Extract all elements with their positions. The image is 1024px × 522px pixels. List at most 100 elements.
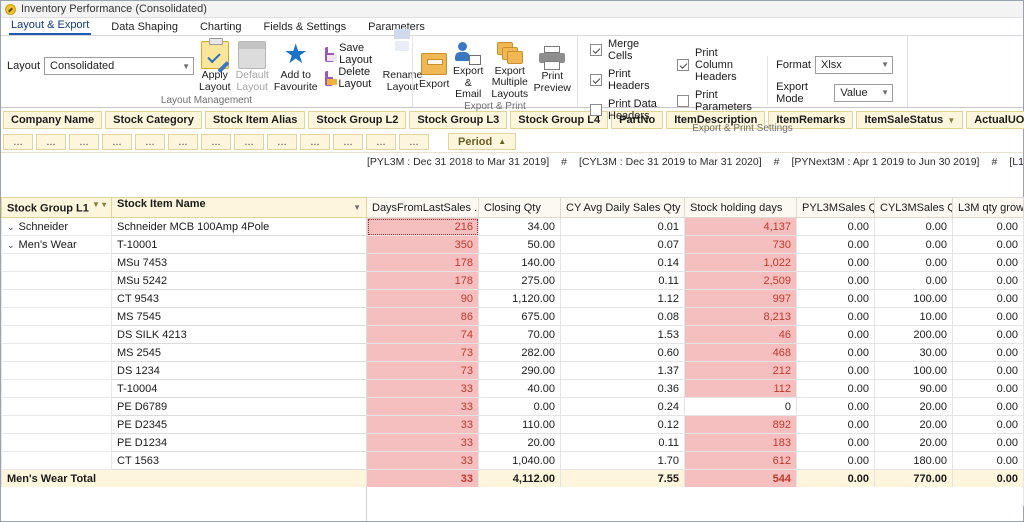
cell-stock-holding-days[interactable]: 46 — [684, 325, 797, 344]
table-row[interactable]: PE D6789 33 0.00 0.24 0 0.00 20.00 0.00 — [1, 397, 1024, 416]
filter-box[interactable]: ... — [366, 133, 396, 150]
cell-cyl3m-sales-qty[interactable]: 100.00 — [874, 361, 953, 380]
print-headers-checkbox[interactable]: Print Headers — [590, 68, 659, 92]
cell-pyl3m-sales-qty[interactable]: 0.00 — [796, 235, 875, 254]
row-group-cell[interactable] — [1, 397, 112, 416]
export-button[interactable]: Export — [419, 48, 449, 91]
filter-box-group[interactable]: ....................................... — [3, 133, 429, 150]
export-and-email-button[interactable]: Export & Email — [450, 39, 486, 100]
table-row[interactable]: MS 7545 86 675.00 0.08 8,213 0.00 10.00 0.00 — [1, 307, 1024, 326]
pivot-field-chip[interactable]: Company Name — [3, 111, 103, 129]
table-row[interactable]: DS 1234 73 290.00 1.37 212 0.00 100.00 0.00 — [1, 361, 1024, 380]
row-item-name-cell[interactable]: MSu 5242 — [111, 271, 367, 290]
column-header-days-from-last-sales[interactable]: DaysFromLastSales ... — [366, 197, 479, 218]
pivot-field-chip[interactable]: Stock Group L2 — [308, 111, 407, 129]
cell-cyl3m-sales-qty[interactable]: 0.00 — [874, 235, 953, 254]
cell-days-from-last-sales[interactable]: 33 — [366, 451, 479, 470]
cell-days-from-last-sales[interactable]: 178 — [366, 271, 479, 290]
merge-cells-checkbox[interactable]: Merge Cells — [590, 38, 659, 62]
cell-closing-qty[interactable]: 40.00 — [478, 379, 561, 398]
cell-cy-avg-daily-sales-qty[interactable]: 0.01 — [560, 217, 685, 236]
row-item-name-cell[interactable]: DS SILK 4213 — [111, 325, 367, 344]
cell-pyl3m-sales-qty[interactable]: 0.00 — [796, 325, 875, 344]
cell-cy-avg-daily-sales-qty[interactable]: 0.60 — [560, 343, 685, 362]
cell-cy-avg-daily-sales-qty[interactable]: 0.11 — [560, 433, 685, 452]
cell-days-from-last-sales[interactable]: 178 — [366, 253, 479, 272]
cell-l3m-qty-growth-pct[interactable]: 0.00 — [952, 433, 1024, 452]
cell-cyl3m-sales-qty[interactable]: 0.00 — [874, 253, 953, 272]
cell-closing-qty[interactable]: 275.00 — [478, 271, 561, 290]
cell-cy-avg-daily-sales-qty[interactable]: 0.14 — [560, 253, 685, 272]
cell-stock-holding-days[interactable]: 892 — [684, 415, 797, 434]
row-group-cell[interactable] — [1, 415, 112, 434]
cell-days-from-last-sales[interactable]: 74 — [366, 325, 479, 344]
cell-cyl3m-sales-qty[interactable]: 10.00 — [874, 307, 953, 326]
row-group-cell[interactable] — [1, 271, 112, 290]
apply-layout-button[interactable]: Apply Layout — [199, 38, 231, 93]
cell-stock-holding-days[interactable]: 2,509 — [684, 271, 797, 290]
table-row[interactable]: ⌄ Schneider Schneider MCB 100Amp 4Pole 216 3… — [1, 217, 1024, 236]
cell-cy-avg-daily-sales-qty[interactable]: 0.07 — [560, 235, 685, 254]
cell-stock-holding-days[interactable]: 8,213 — [684, 307, 797, 326]
period-chip[interactable]: Period ▲ — [448, 133, 517, 150]
subtotal-pyl3m[interactable]: 0.00 — [796, 469, 875, 488]
cell-stock-holding-days[interactable]: 468 — [684, 343, 797, 362]
cell-l3m-qty-growth-pct[interactable]: 0.00 — [952, 325, 1024, 344]
row-group-cell[interactable] — [1, 451, 112, 470]
chevron-down-icon[interactable]: ⌄ — [7, 222, 15, 233]
column-header-cyl3m-sales-qty[interactable]: CYL3MSales Qty — [874, 197, 953, 218]
filter-dropdown-icon[interactable]: ▼ — [353, 199, 361, 217]
pivot-field-chip[interactable]: Stock Category — [105, 111, 202, 129]
row-group-cell[interactable]: ⌄ Men's Wear — [1, 235, 112, 254]
subtotal-cyl3m[interactable]: 770.00 — [874, 469, 953, 488]
subtotal-holding[interactable]: 544 — [684, 469, 797, 488]
cell-cyl3m-sales-qty[interactable]: 20.00 — [874, 415, 953, 434]
cell-days-from-last-sales[interactable]: 86 — [366, 307, 479, 326]
pivot-grid-body[interactable]: ⌄ Schneider Schneider MCB 100Amp 4Pole 216 3… — [1, 217, 1024, 506]
filter-box[interactable]: ... — [201, 133, 231, 150]
row-group-cell[interactable] — [1, 343, 112, 362]
cell-closing-qty[interactable]: 1,120.00 — [478, 289, 561, 308]
cell-l3m-qty-growth-pct[interactable]: 0.00 — [952, 217, 1024, 236]
cell-stock-holding-days[interactable]: 612 — [684, 451, 797, 470]
cell-pyl3m-sales-qty[interactable]: 0.00 — [796, 451, 875, 470]
export-mode-combobox[interactable]: Value ▼ — [834, 83, 893, 102]
save-layout-button[interactable]: Save Layout — [324, 42, 378, 66]
cell-cy-avg-daily-sales-qty[interactable]: 0.36 — [560, 379, 685, 398]
cell-days-from-last-sales[interactable]: 90 — [366, 289, 479, 308]
cell-cy-avg-daily-sales-qty[interactable]: 1.37 — [560, 361, 685, 380]
pivot-filter-row[interactable]: ....................................... … — [3, 133, 1021, 150]
row-group-cell[interactable] — [1, 307, 112, 326]
cell-stock-holding-days[interactable]: 4,137 — [684, 217, 797, 236]
table-row[interactable]: PE D2345 33 110.00 0.12 892 0.00 20.00 0.00 — [1, 415, 1024, 434]
cell-stock-holding-days[interactable]: 183 — [684, 433, 797, 452]
print-data-headers-checkbox[interactable]: Print Data Headers — [590, 98, 659, 122]
default-layout-button[interactable]: Default Layout — [236, 39, 269, 93]
cell-cyl3m-sales-qty[interactable]: 20.00 — [874, 397, 953, 416]
cell-closing-qty[interactable]: 0.00 — [478, 397, 561, 416]
filter-box[interactable]: ... — [102, 133, 132, 150]
pivot-field-chip[interactable]: ActualUOM — [966, 111, 1024, 129]
tab-fields-and-settings[interactable]: Fields & Settings — [262, 21, 349, 35]
export-multiple-layouts-button[interactable]: Export Multiple Layouts — [487, 38, 533, 100]
subtotal-growth[interactable]: 0.00 — [952, 469, 1024, 488]
cell-l3m-qty-growth-pct[interactable]: 0.00 — [952, 235, 1024, 254]
row-group-cell[interactable] — [1, 379, 112, 398]
cell-cyl3m-sales-qty[interactable]: 90.00 — [874, 379, 953, 398]
table-row[interactable]: MS 2545 73 282.00 0.60 468 0.00 30.00 0.00 — [1, 343, 1024, 362]
cell-stock-holding-days[interactable]: 212 — [684, 361, 797, 380]
filter-box[interactable]: ... — [267, 133, 297, 150]
row-item-name-cell[interactable]: MS 2545 — [111, 343, 367, 362]
row-item-name-cell[interactable]: MS 7545 — [111, 307, 367, 326]
filter-box[interactable]: ... — [333, 133, 363, 150]
cell-l3m-qty-growth-pct[interactable]: 0.00 — [952, 307, 1024, 326]
cell-stock-holding-days[interactable]: 0 — [684, 397, 797, 416]
cell-l3m-qty-growth-pct[interactable]: 0.00 — [952, 415, 1024, 434]
row-item-name-cell[interactable]: PE D2345 — [111, 415, 367, 434]
cell-pyl3m-sales-qty[interactable]: 0.00 — [796, 379, 875, 398]
print-column-headers-checkbox[interactable]: Print Column Headers — [677, 47, 755, 83]
filter-box[interactable]: ... — [3, 133, 33, 150]
cell-closing-qty[interactable]: 70.00 — [478, 325, 561, 344]
cell-days-from-last-sales[interactable]: 33 — [366, 433, 479, 452]
cell-stock-holding-days[interactable]: 1,022 — [684, 253, 797, 272]
